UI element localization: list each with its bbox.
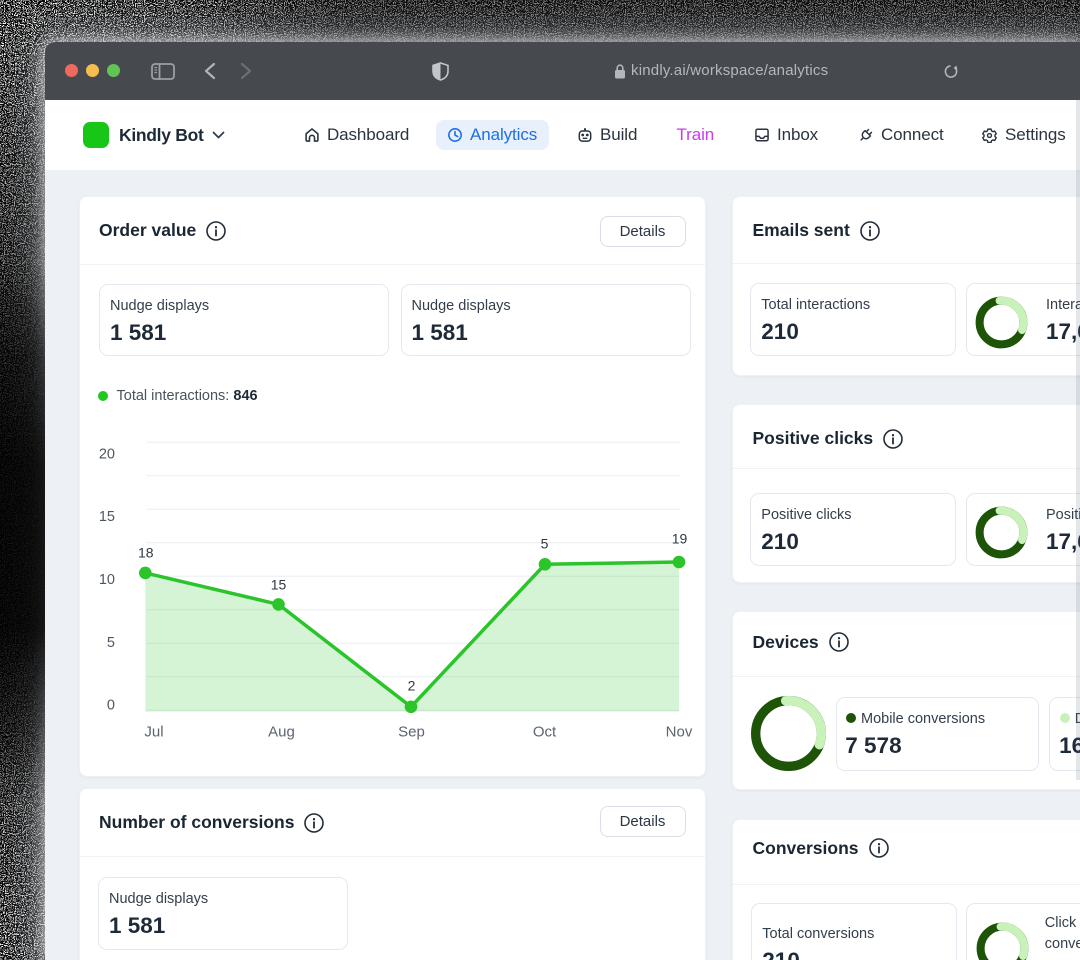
svg-text:Nov: Nov: [665, 724, 692, 741]
svg-text:18: 18: [138, 545, 154, 561]
svg-text:Sep: Sep: [398, 724, 425, 741]
svg-text:15: 15: [270, 577, 286, 593]
svg-text:15: 15: [98, 509, 114, 525]
svg-text:0: 0: [106, 698, 114, 714]
svg-text:5: 5: [540, 536, 548, 552]
svg-text:5: 5: [106, 635, 114, 651]
svg-text:10: 10: [98, 572, 114, 588]
svg-text:2: 2: [407, 678, 415, 694]
svg-text:20: 20: [98, 446, 114, 462]
svg-text:19: 19: [671, 531, 687, 547]
svg-text:Oct: Oct: [532, 724, 556, 741]
svg-text:Aug: Aug: [268, 724, 295, 741]
svg-text:Jul: Jul: [144, 724, 163, 741]
